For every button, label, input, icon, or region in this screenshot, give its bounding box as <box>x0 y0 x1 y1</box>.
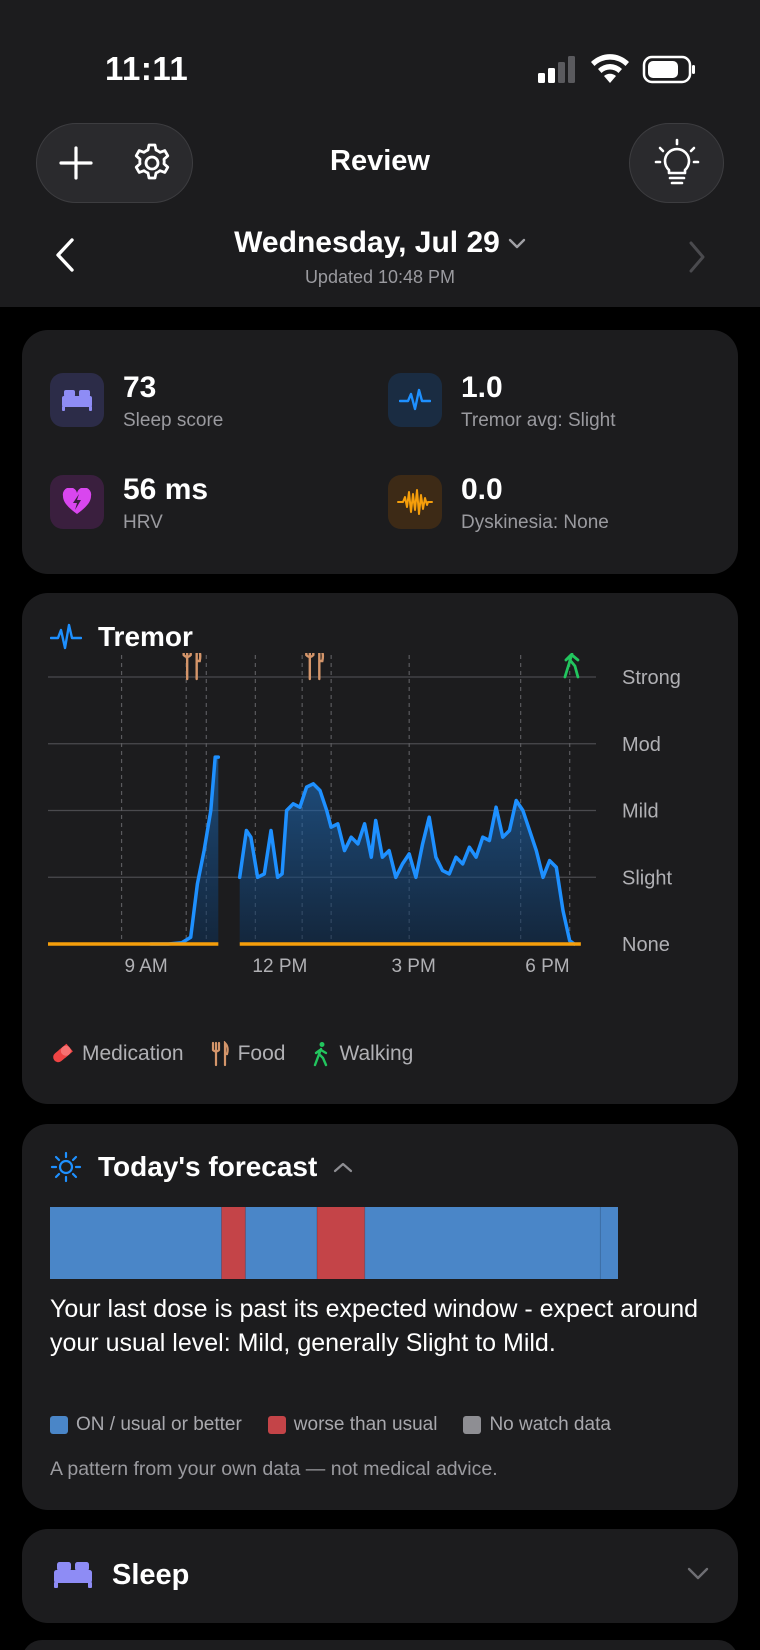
metric-label: Sleep score <box>123 410 224 431</box>
y-level-label: Slight <box>622 867 672 889</box>
forecast-segment <box>245 1207 318 1279</box>
tremor-title: Tremor <box>98 621 193 652</box>
forecast-timeline-bar <box>50 1207 618 1279</box>
date-navigator: Wednesday, Jul 29 Updated 10:48 PM <box>0 222 760 292</box>
cellular-signal-icon <box>538 56 575 83</box>
legend-label: Food <box>237 1042 286 1065</box>
metric-value: 56 ms <box>123 473 209 506</box>
x-tick-label: 9 AM <box>124 956 167 977</box>
wifi-icon <box>591 54 629 83</box>
legend-label: No watch data <box>489 1414 611 1435</box>
fork-knife-icon <box>211 1041 229 1067</box>
forecast-segment <box>50 1207 222 1279</box>
legend-label: Medication <box>82 1042 184 1065</box>
x-tick-label: 12 PM <box>252 956 307 977</box>
summary-card[interactable]: 73 Sleep score 1.0 Tremor avg: Slight 56… <box>22 330 738 574</box>
forecast-legend: ON / usual or better worse than usual No… <box>50 1414 637 1436</box>
tremor-wave-icon <box>388 373 442 427</box>
tremor-wave-icon <box>50 623 82 650</box>
bed-icon <box>54 1562 92 1588</box>
metric-label: Dyskinesia: None <box>461 512 609 533</box>
insights-button[interactable] <box>629 123 724 203</box>
metric-tremor-avg[interactable]: 1.0 Tremor avg: Slight <box>388 371 728 443</box>
metric-hrv[interactable]: 56 ms HRV <box>50 473 390 545</box>
legend-worse: worse than usual <box>267 1414 438 1436</box>
tremor-card[interactable]: Tremor None Slight Mild Mod Strong 9 AM 12 PM 3… <box>22 593 738 1104</box>
bed-icon <box>50 373 104 427</box>
forecast-disclaimer: A pattern from your own data — not medic… <box>50 1458 498 1480</box>
gear-icon <box>134 143 170 180</box>
y-level-label: Mod <box>622 734 661 756</box>
chevron-up-icon[interactable] <box>333 1161 353 1173</box>
legend-label: worse than usual <box>293 1414 438 1435</box>
tremor-header: Tremor <box>50 621 193 653</box>
updated-time: Updated 10:48 PM <box>304 267 456 287</box>
forecast-segment <box>600 1207 618 1279</box>
tremor-legend: Medication Food Walking <box>50 1041 439 1067</box>
add-button[interactable] <box>41 124 111 202</box>
date-title: Wednesday, Jul 29 <box>234 226 500 259</box>
legend-swatch-no-data <box>463 1416 482 1434</box>
next-card <box>22 1640 738 1650</box>
legend-label: Walking <box>339 1042 414 1065</box>
metric-dyskinesia[interactable]: 0.0 Dyskinesia: None <box>388 473 728 545</box>
metric-value: 73 <box>123 371 157 404</box>
legend-on: ON / usual or better <box>50 1414 242 1436</box>
status-time: 11:11 <box>105 50 189 87</box>
metric-value: 1.0 <box>461 371 503 404</box>
sleep-title: Sleep <box>112 1559 190 1591</box>
forecast-segment <box>364 1207 601 1279</box>
x-tick-label: 6 PM <box>525 956 569 977</box>
metric-sleep-score[interactable]: 73 Sleep score <box>50 371 390 443</box>
legend-no-data: No watch data <box>463 1414 611 1436</box>
forecast-title: Today's forecast <box>98 1151 318 1182</box>
tremor-area <box>150 757 219 944</box>
top-bar: 11:11 Review Wednesday, Jul 29 Updated 1… <box>0 0 760 307</box>
chevron-right-icon[interactable] <box>683 237 713 277</box>
plus-icon <box>59 146 93 180</box>
forecast-segment <box>221 1207 246 1279</box>
tremor-chart[interactable]: None Slight Mild Mod Strong 9 AM 12 PM 3 PM 6 PM <box>22 653 738 1033</box>
metric-label: HRV <box>123 512 163 533</box>
legend-swatch-worse <box>267 1416 286 1434</box>
chevron-down-icon[interactable] <box>687 1567 709 1581</box>
date-picker[interactable]: Wednesday, Jul 29 <box>180 226 580 260</box>
food-event-icon[interactable] <box>182 653 202 681</box>
legend-medication: Medication <box>50 1042 184 1066</box>
forecast-segment <box>317 1207 365 1279</box>
metric-label: Tremor avg: Slight <box>461 410 616 431</box>
sun-icon <box>50 1151 82 1183</box>
y-level-label: Mild <box>622 801 659 823</box>
battery-icon <box>642 55 695 84</box>
x-tick-label: 3 PM <box>391 956 435 977</box>
forecast-card[interactable]: Today's forecast Your last dose is past … <box>22 1124 738 1510</box>
walking-icon <box>314 1042 328 1067</box>
food-event-icon[interactable] <box>305 653 325 681</box>
y-level-label: Strong <box>622 667 681 689</box>
legend-label: ON / usual or better <box>76 1414 242 1435</box>
pill-icon <box>53 1043 73 1063</box>
sleep-card[interactable]: Sleep <box>22 1529 738 1623</box>
metric-value: 0.0 <box>461 473 503 506</box>
status-icons <box>538 54 695 84</box>
settings-button[interactable] <box>117 124 187 202</box>
y-level-label: None <box>622 934 670 956</box>
walking-event-icon[interactable] <box>563 653 580 679</box>
dyskinesia-wave-icon <box>388 475 442 529</box>
chevron-down-icon <box>508 238 526 249</box>
forecast-header[interactable]: Today's forecast <box>50 1151 353 1183</box>
page-title: Review <box>330 145 430 177</box>
lightbulb-icon <box>654 138 699 185</box>
forecast-message: Your last dose is past its expected wind… <box>50 1295 699 1357</box>
heart-bolt-icon <box>50 475 104 529</box>
legend-food: Food <box>210 1041 286 1067</box>
legend-swatch-on <box>50 1416 68 1434</box>
toolbar-pill <box>36 123 193 203</box>
chevron-left-icon[interactable] <box>48 235 80 275</box>
legend-walking: Walking <box>311 1041 413 1067</box>
